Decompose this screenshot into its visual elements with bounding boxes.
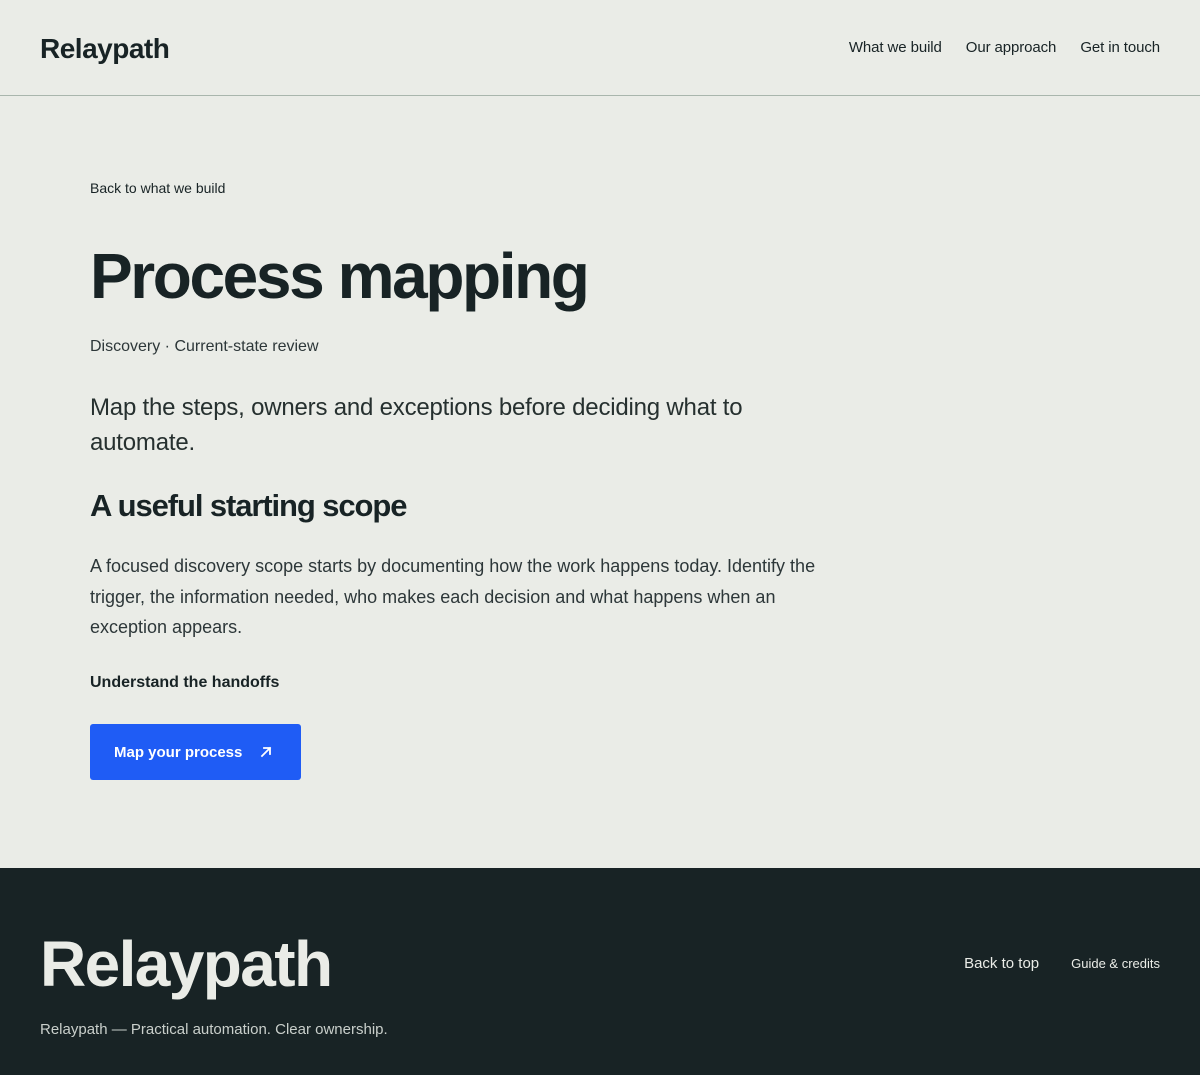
- footer-tagline: Relaypath — Practical automation. Clear …: [40, 1021, 388, 1038]
- map-process-button[interactable]: Map your process: [90, 724, 301, 780]
- arrow-up-right-icon: [258, 744, 274, 760]
- header-logo[interactable]: Relaypath: [40, 34, 170, 63]
- section-heading: A useful starting scope: [90, 488, 407, 523]
- nav-link-our-approach[interactable]: Our approach: [966, 39, 1057, 56]
- map-process-button-label: Map your process: [114, 743, 243, 761]
- footer-nav: Back to top Guide & credits: [964, 955, 1160, 972]
- back-link[interactable]: Back to what we build: [90, 180, 225, 196]
- page-lede: Map the steps, owners and exceptions bef…: [90, 394, 743, 456]
- footer-logo: Relaypath: [40, 928, 333, 1000]
- site-footer: Relaypath Relaypath — Practical automati…: [0, 868, 1200, 1075]
- page-meta: Discovery · Current-state review: [90, 338, 319, 355]
- main-nav: What we build Our approach Get in touch: [849, 39, 1160, 56]
- back-to-top-link[interactable]: Back to top: [964, 955, 1039, 972]
- site-header: Relaypath What we build Our approach Get…: [0, 0, 1200, 96]
- guide-credits-link[interactable]: Guide & credits: [1071, 956, 1160, 971]
- subheading: Understand the handoffs: [90, 674, 280, 691]
- page: Relaypath What we build Our approach Get…: [0, 0, 1200, 1075]
- page-title: Process mapping: [90, 240, 590, 312]
- section-body: A focused discovery scope starts by docu…: [90, 556, 816, 637]
- nav-link-get-in-touch[interactable]: Get in touch: [1080, 39, 1160, 56]
- nav-link-what-we-build[interactable]: What we build: [849, 39, 942, 56]
